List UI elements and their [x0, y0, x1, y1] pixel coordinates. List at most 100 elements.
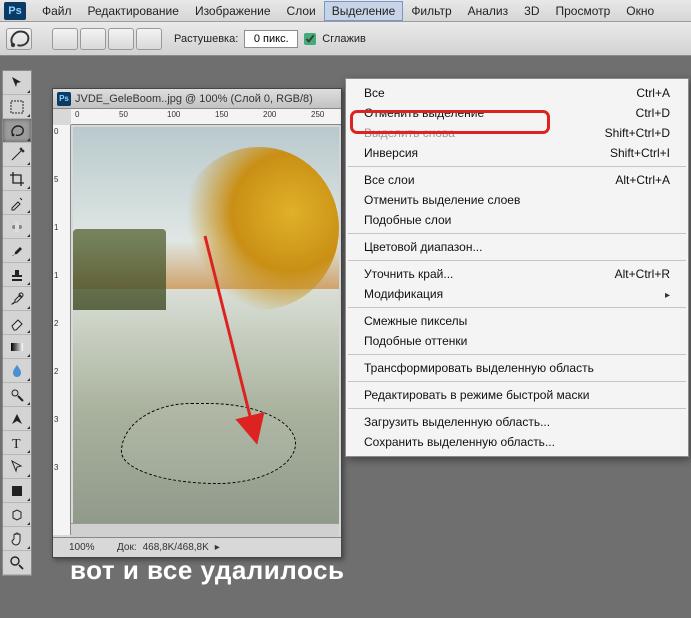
menu-file[interactable]: Файл: [34, 1, 80, 21]
menu-shortcut: Shift+Ctrl+D: [605, 126, 670, 140]
pen-tool[interactable]: [3, 407, 31, 431]
wand-tool[interactable]: [3, 143, 31, 167]
blur-tool[interactable]: [3, 359, 31, 383]
document-tab[interactable]: Ps JVDE_GeleBoom..jpg @ 100% (Слой 0, RG…: [53, 89, 341, 109]
select-menu: Все Ctrl+A Отменить выделениеCtrl+DВыделит…: [345, 78, 689, 457]
stamp-tool[interactable]: [3, 263, 31, 287]
canvas[interactable]: [73, 127, 339, 533]
menu-shortcut: Ctrl+A: [636, 86, 670, 100]
menu-separator: [348, 233, 686, 234]
menu-edit[interactable]: Редактирование: [80, 1, 187, 21]
doc-label: Док:: [117, 542, 137, 553]
ruler-tick: 50: [119, 110, 128, 119]
eyedropper-tool[interactable]: [3, 191, 31, 215]
menu-image[interactable]: Изображение: [187, 1, 279, 21]
menu-item[interactable]: Смежные пикселы: [346, 311, 688, 331]
menu-item[interactable]: Отменить выделение слоев: [346, 190, 688, 210]
menu-item-label: Инверсия: [364, 146, 418, 160]
menu-item-label: Подобные слои: [364, 213, 451, 227]
menu-item[interactable]: Отменить выделениеCtrl+D: [346, 103, 688, 123]
gradient-tool[interactable]: [3, 335, 31, 359]
sel-new-button[interactable]: [52, 28, 78, 50]
annotation-caption: вот и все удалилось: [70, 555, 344, 586]
menu-item[interactable]: Подобные оттенки: [346, 331, 688, 351]
zoom-tool[interactable]: [3, 551, 31, 575]
3d-tool[interactable]: [3, 503, 31, 527]
options-bar: Растушевка: Сглажив: [0, 22, 691, 56]
ruler-tick: 0: [75, 110, 79, 119]
shape-tool[interactable]: [3, 479, 31, 503]
menu-select[interactable]: Выделение: [324, 1, 404, 21]
menu-item-label: Модификация: [364, 287, 443, 301]
menu-item: Выделить сноваShift+Ctrl+D: [346, 123, 688, 143]
workspace: T Ps JVDE_GeleBoom..jpg @ 100% (Слой 0, …: [0, 56, 691, 618]
menu-window[interactable]: Окно: [618, 1, 662, 21]
ruler-tick: 2: [54, 367, 58, 376]
lasso-tool-icon[interactable]: [6, 28, 32, 50]
menu-view[interactable]: Просмотр: [547, 1, 618, 21]
feather-input[interactable]: [244, 30, 298, 48]
menu-item-label: Подобные оттенки: [364, 334, 467, 348]
doc-size: 468,8K/468,8K: [143, 542, 209, 553]
ruler-vertical: 0 5 1 1 2 2 3 3: [53, 125, 71, 535]
scrollbar-horizontal[interactable]: [71, 523, 339, 537]
eraser-tool[interactable]: [3, 311, 31, 335]
ruler-tick: 150: [215, 110, 228, 119]
ruler-tick: 1: [54, 223, 58, 232]
menu-item[interactable]: Загрузить выделенную область...: [346, 412, 688, 432]
menu-item[interactable]: Трансформировать выделенную область: [346, 358, 688, 378]
menu-separator: [348, 408, 686, 409]
zoom-value[interactable]: 100%: [69, 542, 117, 553]
type-tool[interactable]: T: [3, 431, 31, 455]
status-bar: 100% Док: 468,8K/468,8K ▸: [53, 537, 341, 557]
menu-item[interactable]: Все слоиAlt+Ctrl+A: [346, 170, 688, 190]
menu-shortcut: Shift+Ctrl+I: [610, 146, 670, 160]
menu-filter[interactable]: Фильтр: [403, 1, 459, 21]
heal-tool[interactable]: [3, 215, 31, 239]
menu-item[interactable]: Модификация: [346, 284, 688, 304]
menu-item[interactable]: Подобные слои: [346, 210, 688, 230]
sel-add-button[interactable]: [80, 28, 106, 50]
menu-item-label: Уточнить край...: [364, 267, 453, 281]
menu-item[interactable]: Уточнить край...Alt+Ctrl+R: [346, 264, 688, 284]
marquee-tool[interactable]: [3, 95, 31, 119]
menu-analysis[interactable]: Анализ: [460, 1, 517, 21]
menu-item[interactable]: Редактировать в режиме быстрой маски: [346, 385, 688, 405]
brush-tool[interactable]: [3, 239, 31, 263]
path-select-tool[interactable]: [3, 455, 31, 479]
menu-item-label: Редактировать в режиме быстрой маски: [364, 388, 589, 402]
sel-sub-button[interactable]: [108, 28, 134, 50]
document-title: JVDE_GeleBoom..jpg @ 100% (Слой 0, RGB/8…: [75, 93, 313, 105]
ps-logo-icon: Ps: [4, 2, 26, 20]
menu-layers[interactable]: Слои: [279, 1, 324, 21]
dodge-tool[interactable]: [3, 383, 31, 407]
crop-tool[interactable]: [3, 167, 31, 191]
ruler-tick: 3: [54, 415, 58, 424]
menu-separator: [348, 381, 686, 382]
menu-item-label: Сохранить выделенную область...: [364, 435, 555, 449]
move-tool[interactable]: [3, 71, 31, 95]
menu-item[interactable]: Сохранить выделенную область...: [346, 432, 688, 452]
antialias-checkbox[interactable]: [304, 33, 316, 45]
feather-label: Растушевка:: [174, 33, 238, 45]
menu-separator: [348, 307, 686, 308]
menu-3d[interactable]: 3D: [516, 1, 547, 21]
antialias-label: Сглажив: [322, 33, 366, 45]
lasso-tool[interactable]: [3, 119, 31, 143]
submenu-arrow-icon: [665, 287, 670, 301]
menu-item-label: Все: [364, 86, 385, 100]
ruler-tick: 5: [54, 175, 58, 184]
menu-item[interactable]: Цветовой диапазон...: [346, 237, 688, 257]
sel-intersect-button[interactable]: [136, 28, 162, 50]
hand-tool[interactable]: [3, 527, 31, 551]
menu-item-label: Все слои: [364, 173, 415, 187]
ruler-horizontal: 0 50 100 150 200 250: [71, 109, 341, 125]
menu-item[interactable]: Инверсия Shift+Ctrl+I: [346, 143, 688, 163]
menu-item-label: Цветовой диапазон...: [364, 240, 482, 254]
ruler-tick: 250: [311, 110, 324, 119]
history-brush-tool[interactable]: [3, 287, 31, 311]
menu-item[interactable]: Все Ctrl+A: [346, 83, 688, 103]
ruler-tick: 1: [54, 271, 58, 280]
document-window: Ps JVDE_GeleBoom..jpg @ 100% (Слой 0, RG…: [52, 88, 342, 558]
menu-item-label: Загрузить выделенную область...: [364, 415, 550, 429]
